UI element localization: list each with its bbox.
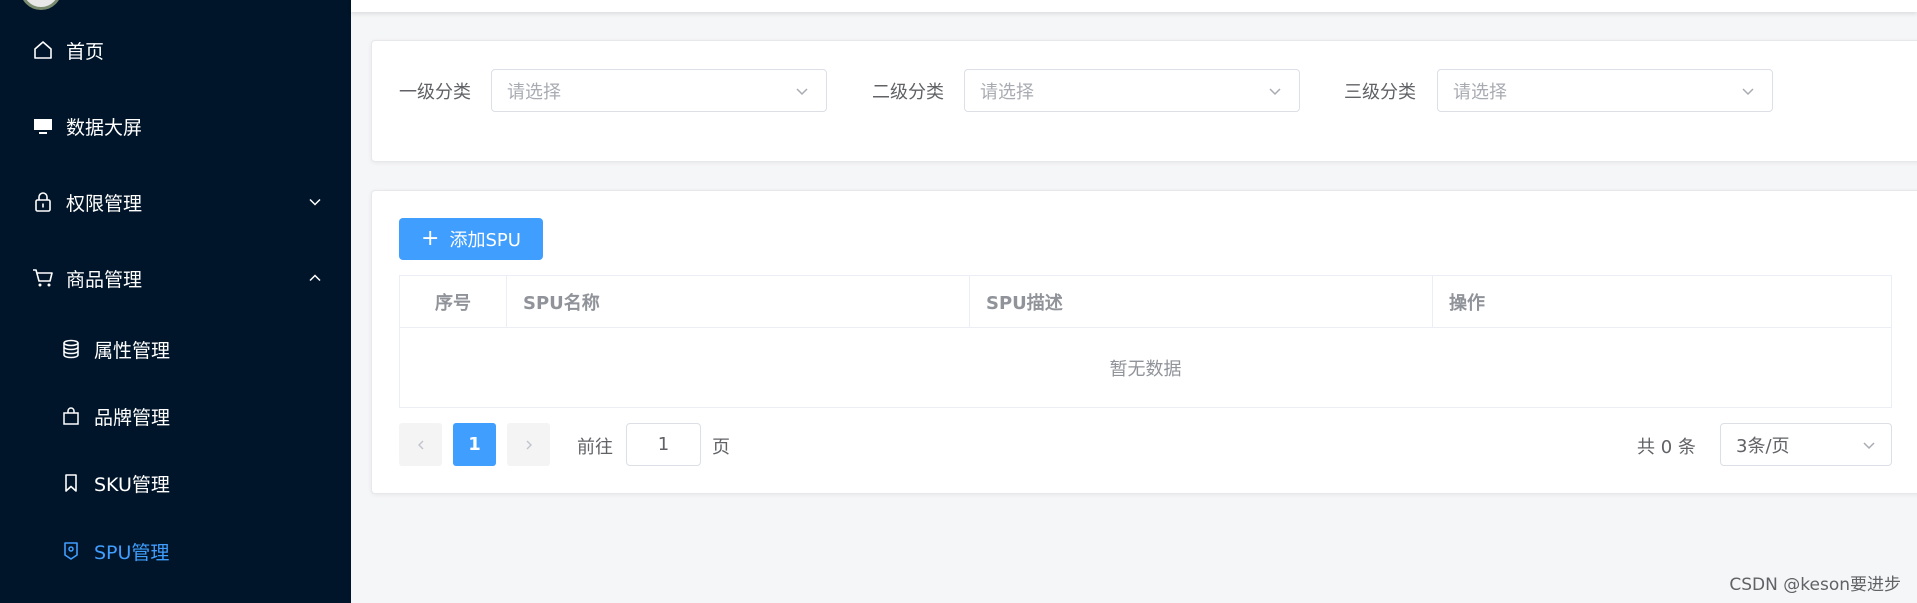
total-count: 共 0 条 (1637, 437, 1696, 458)
chevron-down-icon (1740, 83, 1756, 99)
next-page-button[interactable] (507, 423, 550, 466)
chevron-down-icon (794, 83, 810, 99)
sidebar-item-label: 商品管理 (66, 268, 143, 291)
level2-select[interactable]: 请选择 (964, 69, 1300, 112)
sidebar: 首页 数据大屏 权限管理 商品管理 属性管理 品牌管理 SKU管理 SPU管理 (0, 0, 351, 603)
sidebar-item-label: 属性管理 (94, 339, 171, 362)
sidebar-item-data-screen[interactable]: 数据大屏 (0, 101, 351, 151)
page-number-button[interactable]: 1 (453, 423, 496, 466)
top-header (351, 0, 1917, 12)
sidebar-item-label: 品牌管理 (94, 406, 171, 429)
bookmark-icon (60, 472, 82, 494)
column-header-index: 序号 (400, 276, 507, 328)
sidebar-item-label: SPU管理 (94, 541, 170, 564)
sidebar-item-home[interactable]: 首页 (0, 25, 351, 75)
goto-label: 前往 (577, 437, 613, 458)
chevron-down-icon (1267, 83, 1283, 99)
cart-icon (32, 267, 54, 289)
lock-icon (32, 191, 54, 213)
level3-label: 三级分类 (1344, 82, 1416, 103)
source-watermark: CSDN @keson要进步 (1729, 575, 1901, 595)
sidebar-item-label: 数据大屏 (66, 116, 143, 139)
database-icon (60, 338, 82, 360)
level2-placeholder: 请选择 (980, 81, 1034, 103)
column-header-actions: 操作 (1449, 293, 1485, 314)
empty-state: 暂无数据 (1109, 359, 1182, 380)
level3-select[interactable]: 请选择 (1437, 69, 1773, 112)
sidebar-item-label: 首页 (66, 40, 105, 63)
bag-icon (60, 405, 82, 427)
sidebar-item-sku[interactable]: SKU管理 (0, 458, 351, 508)
home-icon (32, 39, 54, 61)
page-unit-label: 页 (712, 437, 730, 458)
sidebar-item-label: 权限管理 (66, 192, 143, 215)
chevron-up-icon (307, 270, 323, 286)
level1-label: 一级分类 (399, 82, 471, 103)
location-icon (60, 540, 82, 562)
sidebar-item-brand[interactable]: 品牌管理 (0, 391, 351, 441)
chevron-left-icon (417, 440, 423, 449)
sidebar-item-label: SKU管理 (94, 473, 170, 496)
column-header-spu-desc: SPU描述 (970, 276, 1433, 328)
table-header: 序号 SPU名称 SPU描述 操作 (400, 276, 1891, 328)
level2-label: 二级分类 (872, 82, 944, 103)
column-header-spu-name: SPU名称 (507, 276, 970, 328)
sidebar-item-product[interactable]: 商品管理 (0, 253, 351, 303)
level3-placeholder: 请选择 (1453, 81, 1507, 103)
page-jump-input[interactable]: 1 (626, 423, 701, 466)
logo (20, 0, 62, 10)
page-size-select[interactable]: 3条/页 (1720, 423, 1892, 466)
monitor-icon (32, 115, 54, 137)
sidebar-item-permission[interactable]: 权限管理 (0, 177, 351, 227)
sidebar-item-attribute[interactable]: 属性管理 (0, 324, 351, 374)
spu-table: 序号 SPU名称 SPU描述 操作 暂无数据 (399, 275, 1892, 408)
prev-page-button[interactable] (399, 423, 442, 466)
level1-select[interactable]: 请选择 (491, 69, 827, 112)
add-spu-label: 添加SPU (449, 230, 521, 251)
add-spu-button[interactable]: + 添加SPU (399, 218, 543, 260)
sidebar-item-spu[interactable]: SPU管理 (0, 526, 351, 576)
chevron-down-icon (1861, 437, 1877, 453)
plus-icon: + (421, 226, 440, 251)
level1-placeholder: 请选择 (507, 81, 561, 103)
chevron-down-icon (307, 194, 323, 210)
page-size-value: 3条/页 (1736, 435, 1790, 457)
chevron-right-icon (526, 440, 532, 449)
